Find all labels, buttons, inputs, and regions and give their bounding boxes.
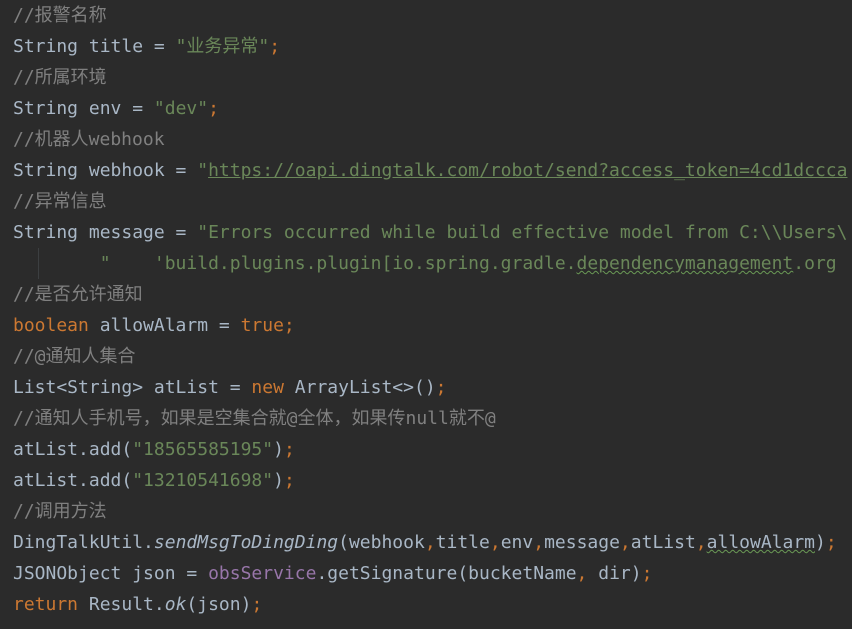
code-token: https://oapi.dingtalk.com/robot/send?acc…: [208, 160, 848, 181]
code-line[interactable]: List<String> atList = new ArrayList<>();: [13, 372, 447, 403]
code-line[interactable]: String webhook = "https://oapi.dingtalk.…: [13, 155, 847, 186]
code-token: ,: [489, 532, 501, 553]
code-token: //所属环境: [13, 67, 107, 88]
code-token: //调用方法: [13, 501, 107, 522]
code-line[interactable]: JSONObject json = obsService.getSignatur…: [13, 558, 652, 589]
code-line[interactable]: " 'build.plugins.plugin[io.spring.gradle…: [13, 248, 837, 279]
code-line[interactable]: atList.add("18565585195");: [13, 434, 295, 465]
code-token: allowAlarm =: [88, 315, 241, 336]
code-token: ;: [283, 470, 295, 491]
code-token: atList.add(: [13, 439, 133, 460]
code-line[interactable]: DingTalkUtil.sendMsgToDingDing(webhook,t…: [13, 527, 837, 558]
code-token: "13210541698": [132, 470, 274, 491]
code-line[interactable]: //调用方法: [13, 496, 107, 527]
code-token: "Errors occurred while build effective m…: [197, 222, 848, 243]
code-token: ;: [641, 563, 653, 584]
code-token: ;: [825, 532, 837, 553]
code-token: (json): [186, 594, 252, 615]
code-token: //机器人webhook: [13, 129, 165, 150]
code-token: title: [435, 532, 490, 553]
code-line[interactable]: //报警名称: [13, 0, 107, 31]
code-token: ): [815, 532, 826, 553]
code-token: String webhook =: [13, 160, 198, 181]
code-token: ,: [533, 532, 545, 553]
code-token: allowAlarm: [706, 532, 816, 553]
code-token: ,: [695, 532, 707, 553]
code-token: true;: [240, 315, 295, 336]
code-token: boolean: [13, 315, 89, 336]
code-token: ;: [435, 377, 447, 398]
code-token: //异常信息: [13, 191, 107, 212]
code-editor[interactable]: //报警名称 String title = "业务异常"; //所属环境 String…: [0, 0, 852, 629]
code-token: "18565585195": [132, 439, 274, 460]
code-token: //@通知人集合: [13, 346, 136, 367]
code-token: ;: [208, 98, 219, 119]
code-token: //是否允许通知: [13, 284, 143, 305]
code-token: ArrayList<>(): [283, 377, 436, 398]
code-token: .getSignature(bucketName: [316, 563, 577, 584]
code-token: ,: [619, 532, 631, 553]
code-token: obsService: [208, 563, 317, 584]
code-token: message: [544, 532, 620, 553]
code-token: DingTalkUtil.: [13, 532, 154, 553]
code-token: //报警名称: [13, 5, 107, 26]
code-token: dependencymanagement: [576, 253, 794, 274]
code-token: env: [500, 532, 534, 553]
code-token: .org: [793, 253, 837, 274]
code-line[interactable]: //是否允许通知: [13, 279, 143, 310]
code-token: ok: [164, 594, 187, 615]
code-line[interactable]: atList.add("13210541698");: [13, 465, 295, 496]
code-token: (webhook: [338, 532, 425, 553]
code-line[interactable]: String message = "Errors occurred while …: [13, 217, 847, 248]
code-line[interactable]: //通知人手机号，如果是空集合就@全体，如果传null就不@: [13, 403, 496, 434]
code-token: new: [251, 377, 284, 398]
code-token: sendMsgToDingDing: [153, 532, 339, 553]
code-line[interactable]: boolean allowAlarm = true;: [13, 310, 295, 341]
code-token: atList: [630, 532, 696, 553]
code-line[interactable]: //@通知人集合: [13, 341, 136, 372]
code-token: " 'build.plugins.plugin[io.spring.gradle…: [13, 253, 577, 274]
code-token: Result.: [78, 594, 165, 615]
code-token: ): [273, 439, 284, 460]
code-token: JSONObject json =: [13, 563, 209, 584]
code-token: "业务异常": [175, 36, 270, 57]
code-token: //通知人手机号，如果是空集合就@全体，如果传null就不@: [13, 408, 496, 429]
code-line[interactable]: //所属环境: [13, 62, 107, 93]
code-line[interactable]: return Result.ok(json);: [13, 589, 262, 620]
code-token: String message =: [13, 222, 198, 243]
code-token: "dev": [153, 98, 209, 119]
code-token: ,: [424, 532, 436, 553]
code-token: ;: [283, 439, 295, 460]
code-token: ,: [576, 563, 588, 584]
code-token: ;: [269, 36, 281, 57]
code-token: List<String> atList =: [13, 377, 252, 398]
code-token: return: [13, 594, 79, 615]
code-line[interactable]: String title = "业务异常";: [13, 31, 280, 62]
code-line[interactable]: //机器人webhook: [13, 124, 165, 155]
code-line[interactable]: //异常信息: [13, 186, 107, 217]
code-token: ;: [251, 594, 263, 615]
code-token: atList.add(: [13, 470, 133, 491]
code-token: ": [197, 160, 209, 181]
code-token: String env =: [13, 98, 154, 119]
code-token: ): [273, 470, 284, 491]
code-token: String title =: [13, 36, 176, 57]
code-token: dir): [587, 563, 642, 584]
code-line[interactable]: String env = "dev";: [13, 93, 219, 124]
